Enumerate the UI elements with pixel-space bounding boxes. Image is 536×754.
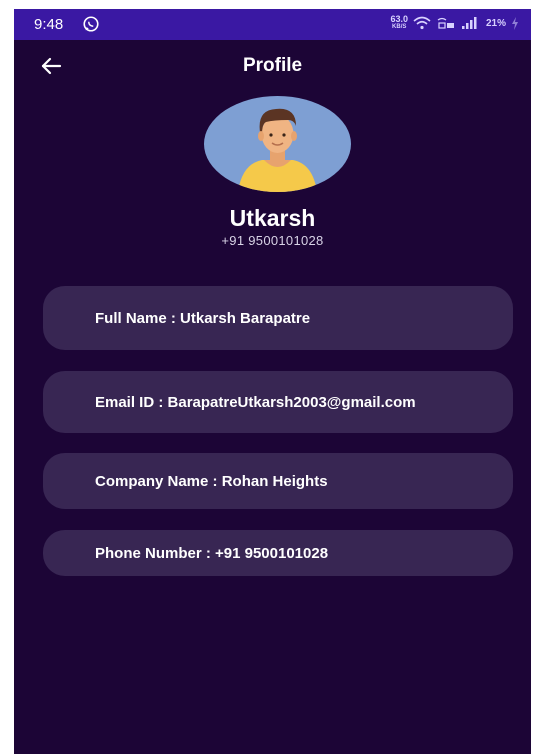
wifi-icon (413, 16, 431, 30)
detail-text: Company Name : Rohan Heights (95, 473, 328, 490)
signal-icon (461, 17, 477, 29)
whatsapp-icon (83, 16, 99, 32)
detail-text: Full Name : Utkarsh Barapatre (95, 310, 310, 327)
detail-label: Full Name : (95, 309, 176, 327)
volte-icon (437, 17, 454, 29)
status-icons: 63.0 KB/S 21% (390, 15, 519, 31)
network-speed-value: 63.0 (390, 14, 408, 24)
detail-card-company: Company Name : Rohan Heights (43, 453, 513, 509)
profile-phone: +91 9500101028 (221, 233, 324, 248)
detail-card-email: Email ID : BarapatreUtkarsh2003@gmail.co… (43, 371, 513, 433)
profile-screen: 9:48 63.0 KB/S 21% Profile Utkarsh +91 9… (14, 9, 531, 754)
detail-label: Email ID : (95, 393, 164, 411)
battery-charging-icon (512, 16, 518, 30)
profile-name: Utkarsh (229, 205, 316, 231)
user-avatar-icon[interactable] (204, 96, 351, 192)
battery-percent: 21% (485, 17, 506, 29)
detail-value: +91 9500101028 (210, 544, 329, 562)
status-bar: 9:48 63.0 KB/S 21% (14, 9, 531, 40)
detail-label: Phone Number : (95, 544, 211, 562)
detail-value: BarapatreUtkarsh2003@gmail.com (163, 393, 416, 411)
detail-value: Utkarsh Barapatre (175, 309, 311, 327)
network-speed-unit: KB/S (392, 24, 407, 30)
detail-card-full-name: Full Name : Utkarsh Barapatre (43, 286, 513, 350)
page-title: Profile (242, 55, 303, 76)
detail-card-phone: Phone Number : +91 9500101028 (43, 530, 513, 576)
detail-text: Email ID : BarapatreUtkarsh2003@gmail.co… (95, 394, 416, 411)
network-speed: 63.0 KB/S (390, 15, 408, 31)
status-time: 9:48 (34, 16, 64, 33)
detail-value: Rohan Heights (217, 472, 328, 490)
detail-text: Phone Number : +91 9500101028 (95, 545, 328, 562)
detail-label: Company Name : (95, 472, 218, 490)
